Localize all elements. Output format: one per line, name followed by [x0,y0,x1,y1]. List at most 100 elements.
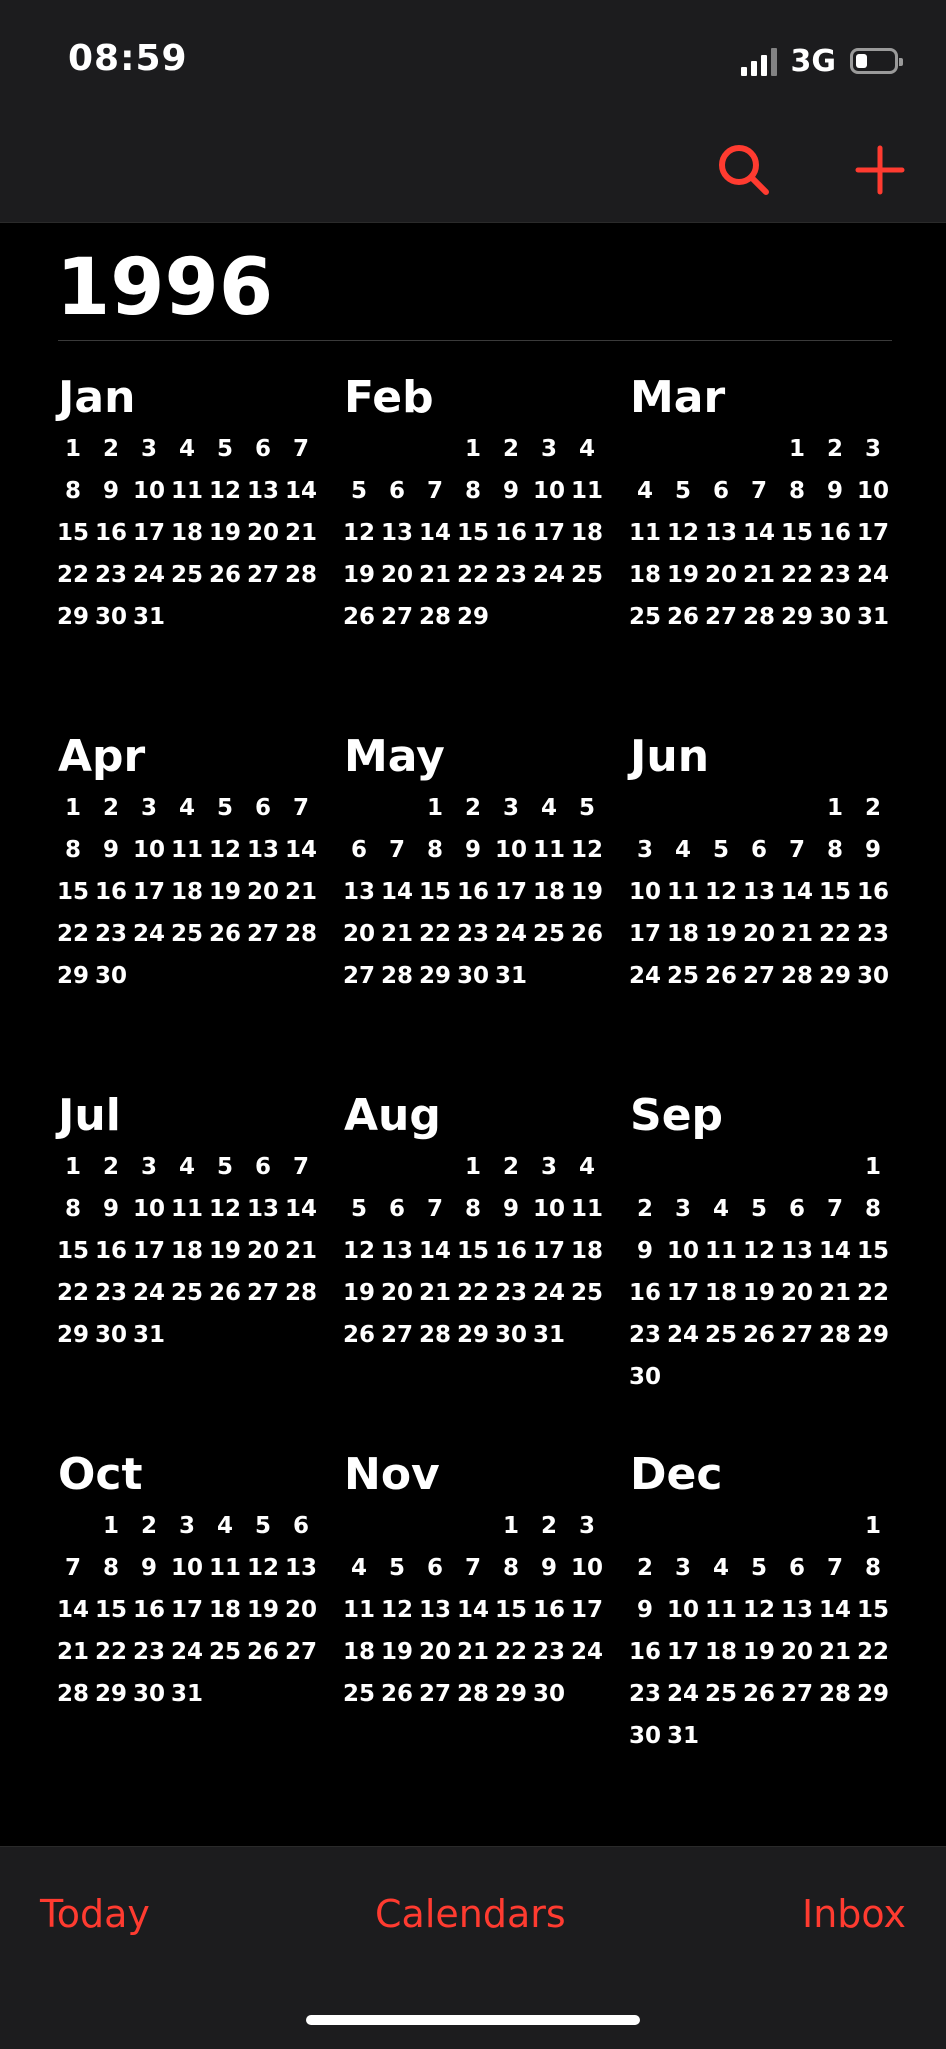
day-cell[interactable]: 29 [854,1320,892,1350]
day-cell[interactable]: 19 [206,877,244,907]
day-cell[interactable]: 3 [530,1152,568,1182]
day-cell[interactable]: 8 [454,476,492,506]
day-cell[interactable]: 7 [54,1553,92,1583]
day-cell[interactable]: 30 [530,1679,568,1709]
day-cell[interactable]: 27 [378,602,416,632]
day-cell[interactable]: 24 [492,919,530,949]
day-cell[interactable]: 10 [568,1553,606,1583]
day-cell[interactable]: 11 [568,1194,606,1224]
day-cell[interactable]: 11 [206,1553,244,1583]
day-cell[interactable]: 18 [568,518,606,548]
day-cell[interactable]: 26 [206,919,244,949]
day-cell[interactable]: 2 [92,1152,130,1182]
day-cell[interactable]: 31 [130,602,168,632]
day-cell[interactable]: 18 [206,1595,244,1625]
day-cell[interactable]: 3 [130,793,168,823]
day-cell[interactable]: 28 [416,1320,454,1350]
day-cell[interactable]: 21 [816,1637,854,1667]
day-cell[interactable]: 25 [626,602,664,632]
day-cell[interactable]: 8 [416,835,454,865]
day-cell[interactable]: 24 [130,560,168,590]
day-cell[interactable]: 18 [702,1637,740,1667]
day-cell[interactable]: 26 [340,1320,378,1350]
day-cell[interactable]: 7 [816,1194,854,1224]
day-cell[interactable]: 1 [778,434,816,464]
day-cell[interactable]: 4 [340,1553,378,1583]
day-cell[interactable]: 2 [92,793,130,823]
day-cell[interactable]: 31 [530,1320,568,1350]
day-cell[interactable]: 1 [492,1511,530,1541]
day-cell[interactable]: 13 [244,1194,282,1224]
day-cell[interactable]: 10 [664,1236,702,1266]
day-cell[interactable]: 17 [130,877,168,907]
day-cell[interactable]: 8 [816,835,854,865]
day-cell[interactable]: 3 [130,1152,168,1182]
day-cell[interactable]: 24 [530,560,568,590]
month-may[interactable]: May 1 2 3 4 5 6 7 8 9 10 11 12 13 14 15 16 17 18 19 20 21 22 23… [340,729,630,1059]
day-cell[interactable]: 22 [454,560,492,590]
day-cell[interactable]: 12 [702,877,740,907]
day-cell[interactable]: 12 [206,835,244,865]
day-cell[interactable]: 25 [168,919,206,949]
day-cell[interactable]: 24 [568,1637,606,1667]
day-cell[interactable]: 23 [92,919,130,949]
day-cell[interactable]: 17 [492,877,530,907]
day-cell[interactable]: 16 [92,877,130,907]
day-cell[interactable]: 11 [530,835,568,865]
day-cell[interactable]: 25 [664,961,702,991]
day-cell[interactable]: 15 [854,1236,892,1266]
day-cell[interactable]: 11 [664,877,702,907]
day-cell[interactable]: 22 [492,1637,530,1667]
day-cell[interactable]: 13 [282,1553,320,1583]
day-cell[interactable]: 30 [854,961,892,991]
day-cell[interactable]: 20 [778,1637,816,1667]
day-cell[interactable]: 9 [626,1236,664,1266]
day-cell[interactable]: 12 [568,835,606,865]
day-cell[interactable]: 15 [816,877,854,907]
day-cell[interactable]: 14 [816,1236,854,1266]
day-cell[interactable]: 13 [740,877,778,907]
day-cell[interactable]: 7 [282,793,320,823]
day-cell[interactable]: 16 [492,518,530,548]
day-cell[interactable]: 15 [454,518,492,548]
day-cell[interactable]: 11 [626,518,664,548]
day-cell[interactable]: 17 [530,1236,568,1266]
day-cell[interactable]: 22 [416,919,454,949]
day-cell[interactable]: 8 [492,1553,530,1583]
day-cell[interactable]: 21 [282,877,320,907]
day-cell[interactable]: 4 [168,1152,206,1182]
day-cell[interactable]: 6 [702,476,740,506]
day-cell[interactable]: 22 [92,1637,130,1667]
day-cell[interactable]: 24 [530,1278,568,1308]
day-cell[interactable]: 8 [778,476,816,506]
day-cell[interactable]: 16 [454,877,492,907]
day-cell[interactable]: 27 [282,1637,320,1667]
day-cell[interactable]: 4 [206,1511,244,1541]
day-cell[interactable]: 28 [740,602,778,632]
day-cell[interactable]: 5 [664,476,702,506]
day-cell[interactable]: 20 [740,919,778,949]
day-cell[interactable]: 17 [568,1595,606,1625]
day-cell[interactable]: 19 [568,877,606,907]
day-cell[interactable]: 12 [340,1236,378,1266]
day-cell[interactable]: 16 [492,1236,530,1266]
day-cell[interactable]: 14 [778,877,816,907]
day-cell[interactable]: 19 [206,518,244,548]
day-cell[interactable]: 28 [54,1679,92,1709]
day-cell[interactable]: 16 [626,1278,664,1308]
day-cell[interactable]: 11 [702,1236,740,1266]
day-cell[interactable]: 25 [340,1679,378,1709]
day-cell[interactable]: 22 [778,560,816,590]
day-cell[interactable]: 19 [378,1637,416,1667]
day-cell[interactable]: 17 [664,1278,702,1308]
day-cell[interactable]: 4 [702,1194,740,1224]
day-cell[interactable]: 8 [92,1553,130,1583]
tab-today[interactable]: Today [40,1891,150,1937]
day-cell[interactable]: 8 [854,1194,892,1224]
day-cell[interactable]: 17 [664,1637,702,1667]
day-cell[interactable]: 21 [416,1278,454,1308]
day-cell[interactable]: 27 [416,1679,454,1709]
day-cell[interactable]: 3 [130,434,168,464]
day-cell[interactable]: 28 [416,602,454,632]
day-cell[interactable]: 25 [702,1679,740,1709]
